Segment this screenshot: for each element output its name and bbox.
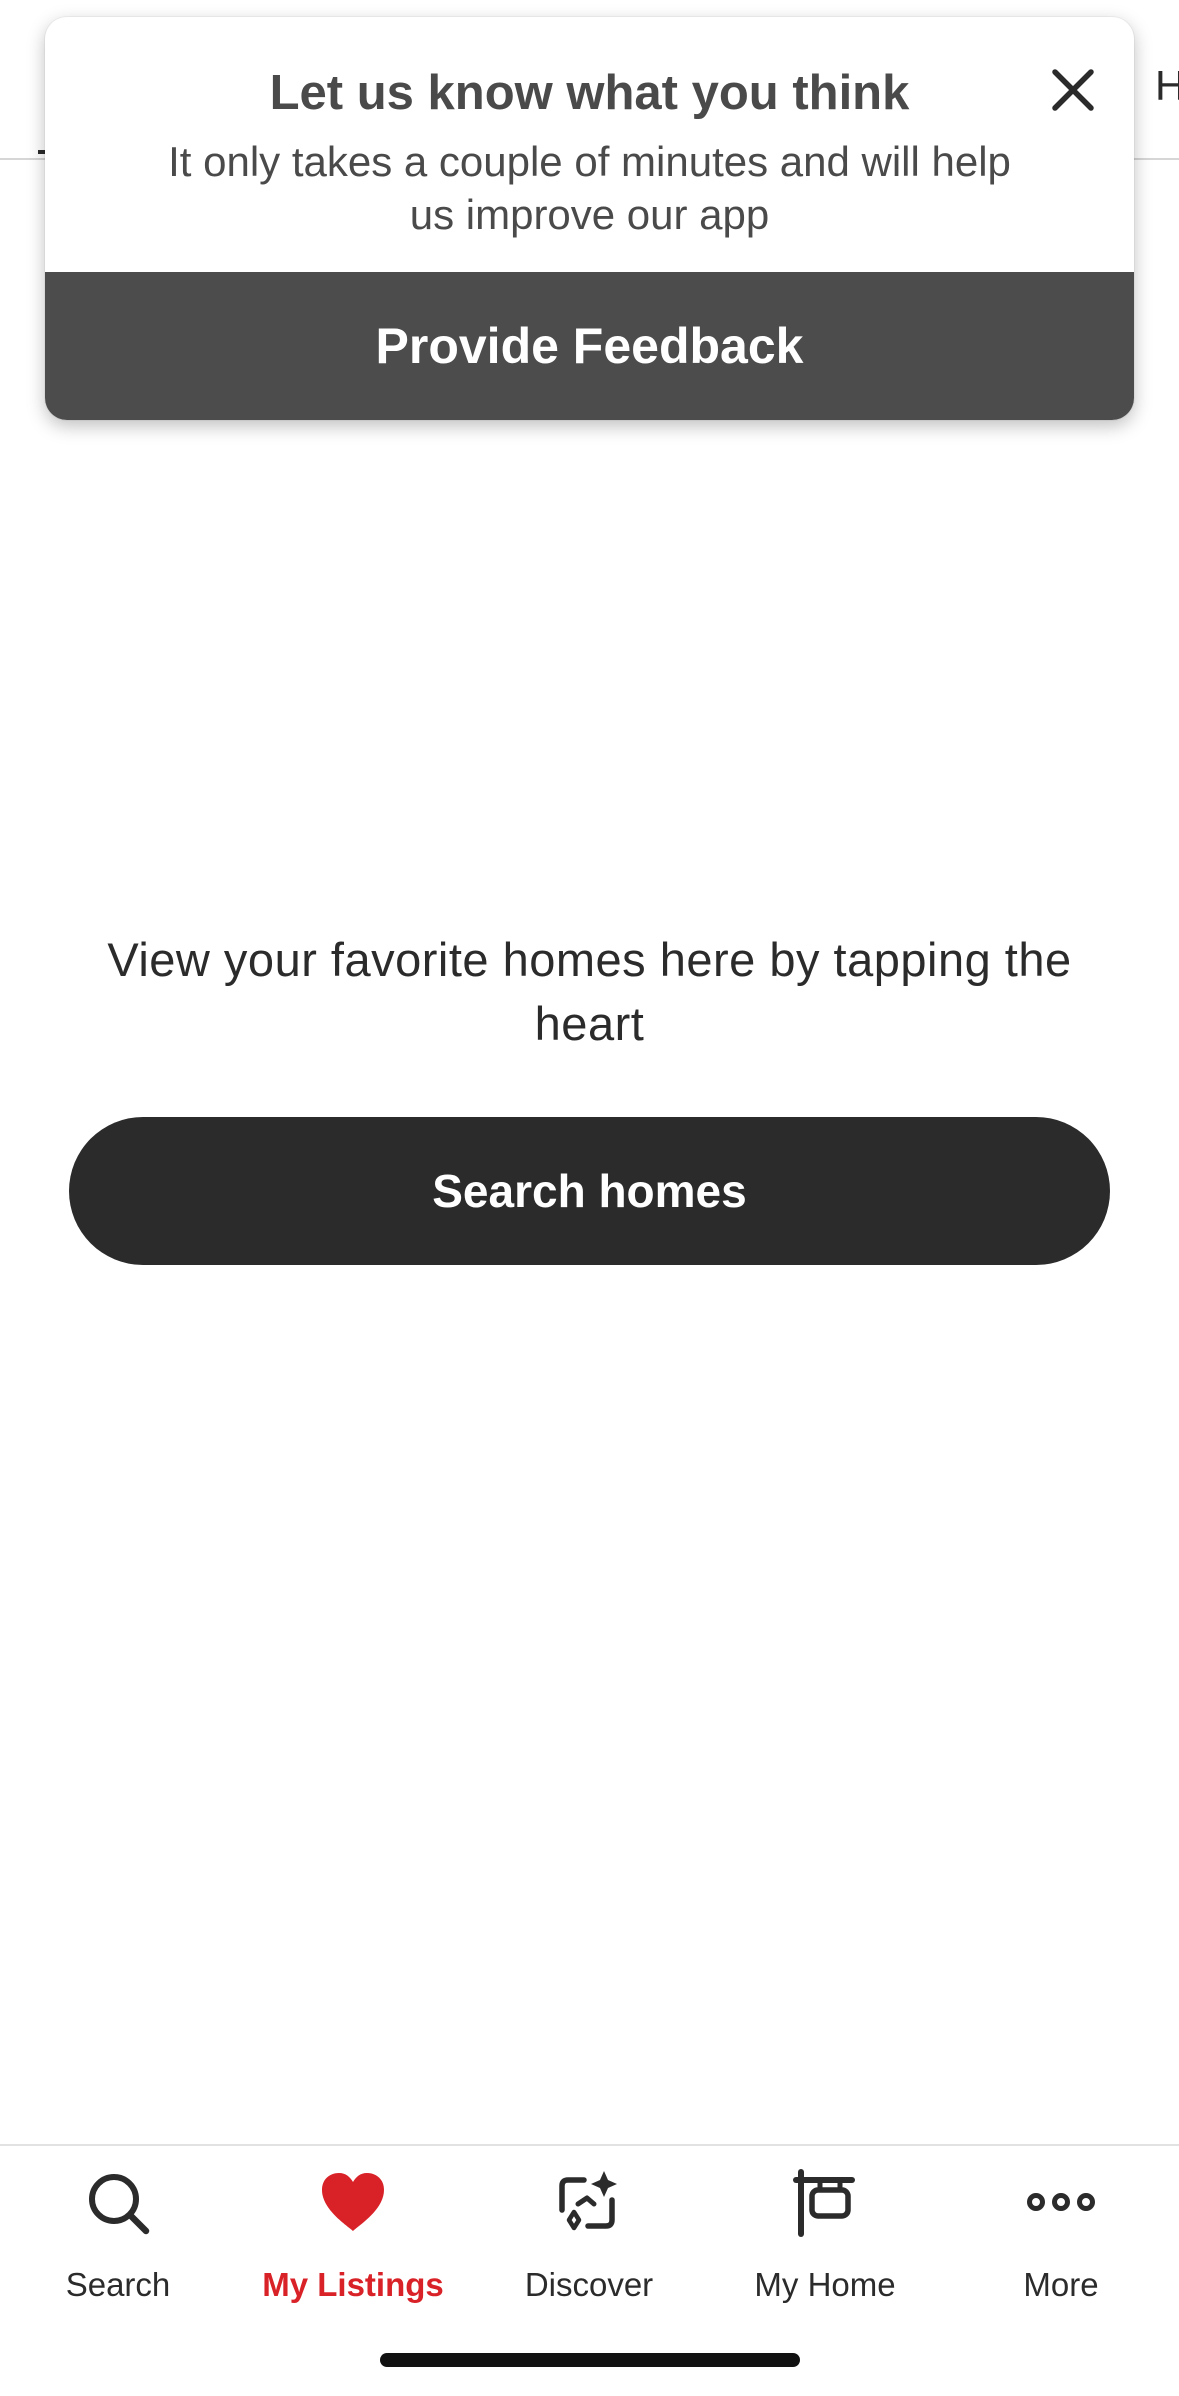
nav-label-more: More bbox=[1023, 2266, 1099, 2303]
nav-item-search[interactable]: Search bbox=[0, 2166, 236, 2336]
nav-item-my-home[interactable]: My Home bbox=[707, 2166, 943, 2336]
nav-item-my-listings[interactable]: My Listings bbox=[235, 2166, 471, 2336]
provide-feedback-button[interactable]: Provide Feedback bbox=[45, 272, 1134, 420]
my-home-icon bbox=[790, 2168, 860, 2238]
feedback-title: Let us know what you think bbox=[269, 66, 910, 120]
empty-state-message: View your favorite homes here by tapping… bbox=[107, 933, 1072, 1050]
feedback-subtitle: It only takes a couple of minutes and wi… bbox=[168, 138, 1011, 238]
search-icon bbox=[83, 2168, 153, 2238]
close-icon[interactable] bbox=[1050, 67, 1096, 113]
tab-partial-label[interactable]: H bbox=[1155, 62, 1179, 110]
nav-label-search: Search bbox=[65, 2266, 171, 2303]
discover-icon bbox=[554, 2168, 624, 2238]
home-indicator bbox=[380, 2353, 800, 2367]
more-icon bbox=[1026, 2168, 1096, 2238]
feedback-popup: Let us know what you think It only takes… bbox=[45, 17, 1134, 420]
nav-label-my-listings: My Listings bbox=[262, 2266, 444, 2303]
search-homes-button[interactable]: Search homes bbox=[69, 1117, 1110, 1265]
nav-item-more[interactable]: More bbox=[943, 2166, 1179, 2336]
nav-item-discover[interactable]: Discover bbox=[471, 2166, 707, 2336]
nav-label-my-home: My Home bbox=[754, 2266, 896, 2303]
nav-label-discover: Discover bbox=[524, 2266, 654, 2303]
heart-icon bbox=[318, 2168, 388, 2238]
